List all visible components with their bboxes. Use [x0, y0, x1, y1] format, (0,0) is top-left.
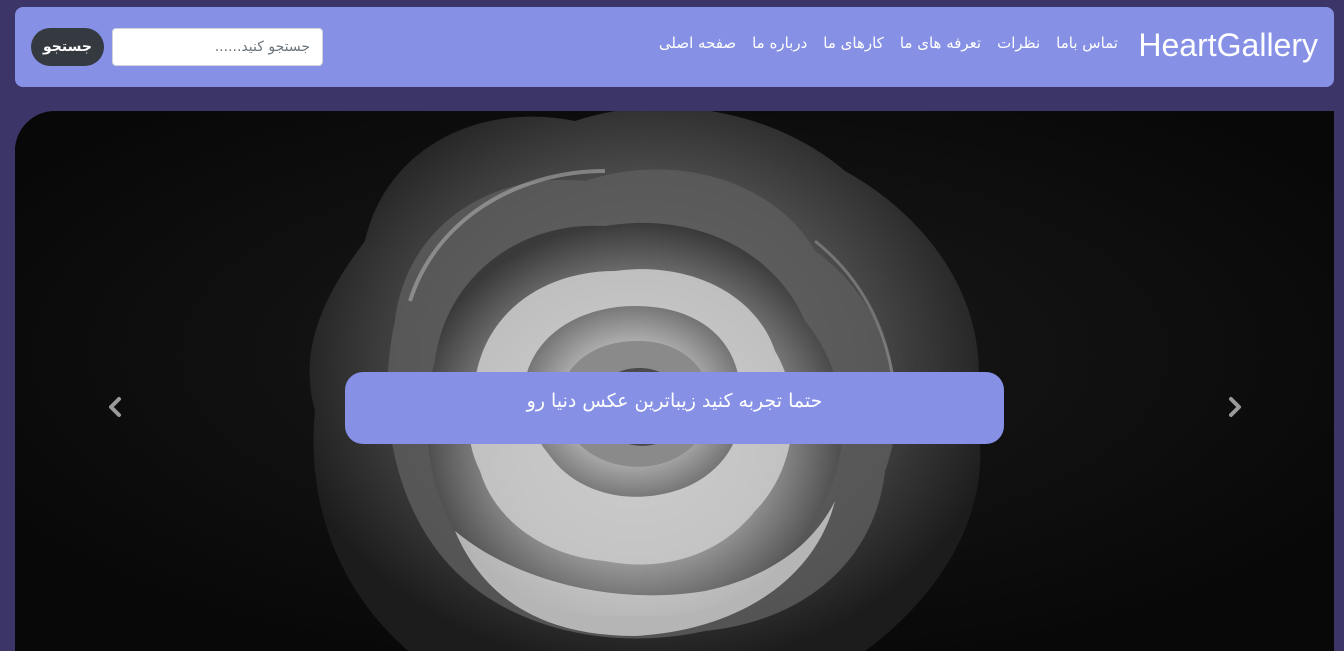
chevron-right-icon [1229, 397, 1241, 417]
nav-link-works[interactable]: کارهای ما [823, 33, 884, 53]
carousel-next-button[interactable] [1215, 391, 1255, 423]
navbar: HeartGallery صفحه اصلی درباره ما کارهای … [15, 7, 1334, 87]
search-input[interactable] [112, 28, 323, 66]
search-button[interactable]: جستجو [31, 28, 104, 66]
nav-link-reviews[interactable]: نظرات [997, 33, 1040, 53]
carousel-prev-button[interactable] [95, 391, 135, 423]
nav-link-about[interactable]: درباره ما [752, 33, 807, 53]
nav-links: صفحه اصلی درباره ما کارهای ما تعرفه های … [659, 33, 1118, 53]
carousel-caption: حتما تجربه کنید زیباترین عکس دنیا رو [345, 372, 1004, 444]
brand-logo[interactable]: HeartGallery [1138, 25, 1318, 65]
hero-carousel: حتما تجربه کنید زیباترین عکس دنیا رو [15, 111, 1334, 651]
search-form: جستجو [31, 28, 323, 66]
nav-link-pricing[interactable]: تعرفه های ما [900, 33, 981, 53]
nav-link-contact[interactable]: تماس باما [1056, 33, 1118, 53]
chevron-left-icon [109, 397, 121, 417]
nav-link-home[interactable]: صفحه اصلی [659, 33, 736, 53]
